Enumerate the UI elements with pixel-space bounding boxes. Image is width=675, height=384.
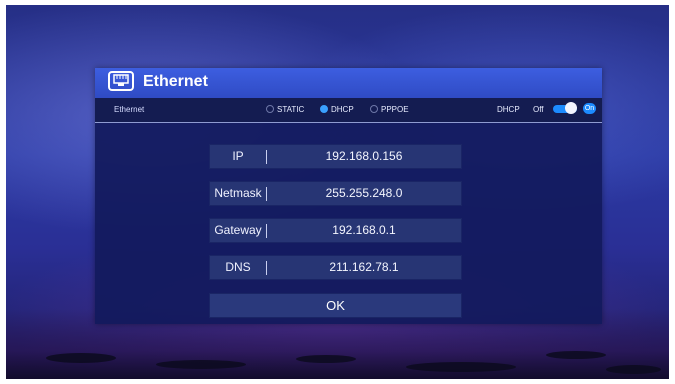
gateway-field[interactable]: Gateway 192.168.0.1 (209, 218, 462, 243)
toggle-off-label: Off (533, 105, 544, 114)
ok-button[interactable]: OK (209, 293, 462, 318)
dialog-title: Ethernet (143, 73, 208, 90)
radio-static-label: STATIC (277, 105, 305, 114)
dns-label: DNS (225, 260, 251, 274)
radio-dhcp-indicator (320, 104, 328, 113)
dns-value: 211.162.78.1 (329, 260, 399, 274)
toggle-on-label: On (583, 103, 596, 114)
dns-field[interactable]: DNS 211.162.78.1 (209, 255, 462, 280)
radio-static[interactable]: STATIC (266, 104, 304, 116)
radio-pppoe-label: PPPOE (381, 105, 409, 114)
netmask-field[interactable]: Netmask 255.255.248.0 (209, 181, 462, 206)
gateway-label: Gateway (214, 223, 262, 237)
floor-shadow (406, 362, 516, 372)
netmask-label: Netmask (214, 186, 262, 200)
ethernet-port-icon (108, 71, 134, 91)
dialog-titlebar: Ethernet (95, 68, 602, 98)
radio-static-indicator (266, 104, 274, 113)
gateway-value: 192.168.0.1 (332, 223, 396, 237)
floor-shadow (296, 355, 356, 363)
floor-shadow (156, 360, 246, 369)
ip-label: IP (232, 149, 244, 163)
radio-dhcp[interactable]: DHCP (320, 104, 354, 116)
floor-shadow (546, 351, 606, 359)
radio-pppoe[interactable]: PPPOE (370, 104, 409, 116)
tv-screen: Ethernet Ethernet STATIC DHCP PPPOE DHCP… (6, 5, 669, 379)
options-label: Ethernet (114, 105, 145, 114)
dhcp-toggle-label: DHCP (497, 105, 520, 114)
radio-dhcp-label: DHCP (331, 105, 354, 114)
radio-pppoe-indicator (370, 104, 378, 113)
netmask-value: 255.255.248.0 (325, 186, 403, 200)
floor-shadow (606, 365, 661, 374)
ethernet-dialog: Ethernet Ethernet STATIC DHCP PPPOE DHCP… (95, 68, 602, 324)
ip-field[interactable]: IP 192.168.0.156 (209, 144, 462, 169)
toggle-knob[interactable] (565, 102, 577, 114)
ip-value: 192.168.0.156 (325, 149, 403, 163)
floor-shadow (46, 353, 116, 363)
ethernet-options-row: Ethernet STATIC DHCP PPPOE DHCP Off On (95, 98, 602, 123)
